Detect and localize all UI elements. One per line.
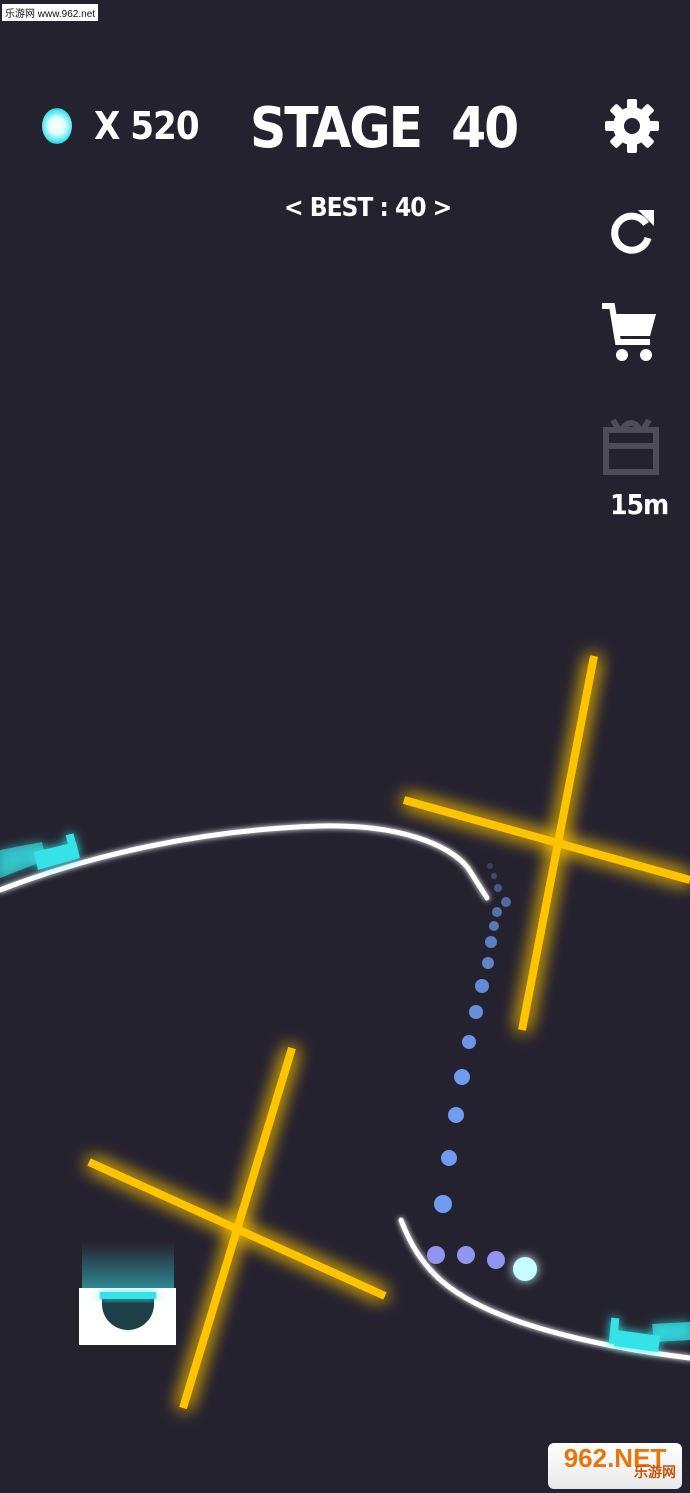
ball: [513, 1257, 537, 1281]
trail-dot: [462, 1035, 476, 1049]
watermark-sub: 乐游网: [634, 1464, 676, 1480]
trail-dot: [491, 873, 497, 879]
trail-dot: [475, 979, 489, 993]
ball-trail: [427, 863, 511, 1269]
ball-launcher-left: [0, 833, 80, 878]
trail-dot: [487, 1251, 505, 1269]
goal-cup: [79, 1242, 176, 1345]
trail-dot: [434, 1195, 452, 1213]
trail-dot: [457, 1246, 475, 1264]
trail-dot: [448, 1107, 464, 1123]
laser-beam: [402, 796, 690, 884]
game-scene[interactable]: [0, 0, 690, 1493]
laser-cross-lower: [87, 1046, 387, 1410]
trail-dot: [487, 863, 493, 869]
trail-dot: [427, 1246, 445, 1264]
trail-dot: [492, 907, 502, 917]
trail-dot: [441, 1150, 457, 1166]
trail-dot: [494, 884, 502, 892]
trail-dot: [482, 957, 494, 969]
trail-dot: [469, 1005, 483, 1019]
trail-dot: [489, 921, 499, 931]
trail-dot: [485, 936, 497, 948]
watermark-bottom: 962.NET 乐游网: [548, 1443, 682, 1489]
ball-catcher-right: [608, 1317, 690, 1352]
laser-cross-upper: [402, 655, 690, 1031]
trail-dot: [454, 1069, 470, 1085]
trail-dot: [501, 897, 511, 907]
